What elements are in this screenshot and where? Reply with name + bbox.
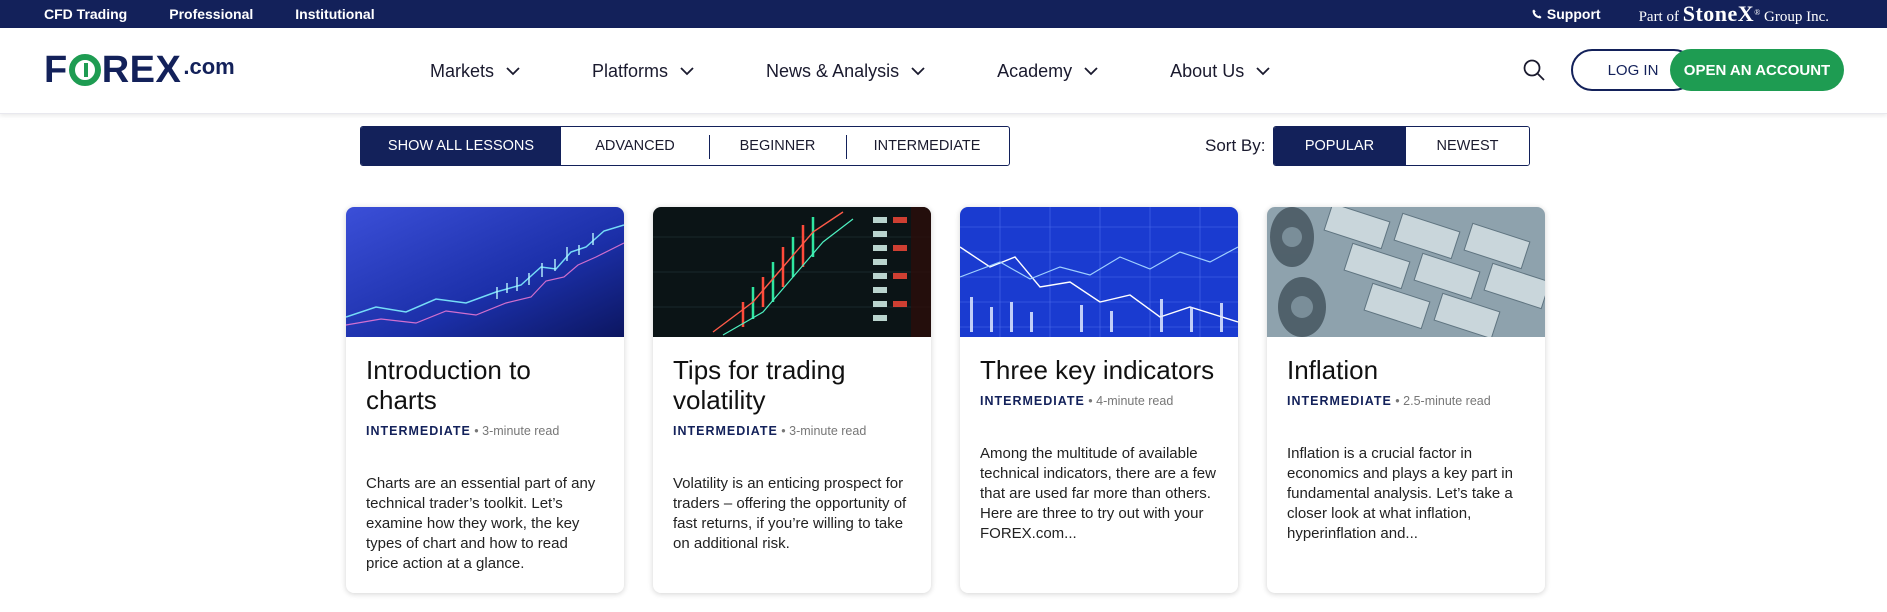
nav-news-analysis[interactable]: News & Analysis	[766, 61, 925, 82]
chevron-down-icon	[1256, 66, 1270, 75]
card-meta: INTERMEDIATE • 3-minute read	[673, 424, 867, 438]
nav-about-us-label: About Us	[1170, 60, 1245, 81]
nav-platforms[interactable]: Platforms	[592, 61, 694, 82]
lesson-card-grid: Introduction to charts INTERMEDIATE • 3-…	[346, 207, 1545, 593]
nav-markets-label: Markets	[430, 60, 495, 81]
support-label: Support	[1546, 6, 1601, 22]
card-description: Among the multitude of available technic…	[980, 445, 1216, 542]
chevron-down-icon	[911, 66, 925, 75]
search-icon[interactable]	[1522, 58, 1546, 82]
logo-rest: REX	[101, 48, 182, 91]
segment-links: CFD Trading Professional Institutional	[44, 0, 375, 28]
card-title: Three key indicators	[980, 355, 1215, 385]
nav-about-us[interactable]: About Us	[1170, 61, 1270, 82]
card-body: Three key indicators INTERMEDIATE • 4-mi…	[960, 337, 1238, 544]
top-utility-bar: CFD Trading Professional Institutional S…	[0, 0, 1887, 28]
card-title: Introduction to charts	[366, 355, 531, 415]
card-meta: INTERMEDIATE • 4-minute read	[980, 394, 1174, 408]
card-meta: INTERMEDIATE • 2.5-minute read	[1287, 394, 1491, 408]
support-link[interactable]: Support	[1532, 6, 1601, 22]
nav-news-analysis-label: News & Analysis	[766, 60, 900, 81]
card-level: INTERMEDIATE	[1287, 394, 1392, 408]
card-level: INTERMEDIATE	[673, 424, 778, 438]
chart-lines-image	[346, 207, 624, 337]
lesson-card[interactable]: Inflation INTERMEDIATE • 2.5-minute read…	[1267, 207, 1545, 593]
card-level: INTERMEDIATE	[980, 394, 1085, 408]
primary-menu: Markets Platforms News & Analysis Academ…	[430, 28, 1342, 114]
logo-wordmark: F REX	[44, 49, 181, 92]
card-body: Tips for trading volatility INTERMEDIATE…	[653, 337, 931, 554]
partof-suffix: Group Inc.	[1764, 9, 1829, 25]
banknotes-image	[1267, 207, 1545, 337]
stonex-tm: ®	[1754, 8, 1761, 17]
card-read-time: 2.5-minute read	[1403, 394, 1491, 408]
forex-logo[interactable]: F REX .com	[44, 48, 235, 92]
card-read-time: 3-minute read	[482, 424, 560, 438]
nav-academy[interactable]: Academy	[997, 61, 1098, 82]
card-description: Charts are an essential part of any tech…	[366, 475, 596, 572]
logo-f: F	[44, 48, 68, 91]
nav-academy-label: Academy	[997, 60, 1073, 81]
card-level: INTERMEDIATE	[366, 424, 471, 438]
chevron-down-icon	[680, 66, 694, 75]
stonex-group-logo: Part of StoneX® Group Inc.	[1639, 1, 1829, 27]
sort-newest[interactable]: NEWEST	[1405, 127, 1529, 165]
indicator-chart-image	[960, 207, 1238, 337]
card-read-time: 4-minute read	[1096, 394, 1174, 408]
card-read-time: 3-minute read	[789, 424, 867, 438]
nav-platforms-label: Platforms	[592, 60, 669, 81]
sort-by-label: Sort By:	[1205, 136, 1266, 155]
main-navbar: F REX .com Markets Platforms News & Anal…	[0, 28, 1887, 114]
card-title: Inflation	[1287, 355, 1379, 385]
card-title: Tips for trading volatility	[673, 355, 846, 415]
professional-link[interactable]: Professional	[169, 6, 253, 22]
card-body: Inflation INTERMEDIATE • 2.5-minute read…	[1267, 337, 1545, 544]
power-o-icon	[68, 54, 101, 86]
card-body: Introduction to charts INTERMEDIATE • 3-…	[346, 337, 624, 574]
utility-right: Support Part of StoneX® Group Inc.	[1532, 0, 1829, 28]
sort-popular[interactable]: POPULAR	[1274, 127, 1405, 165]
chevron-down-icon	[506, 66, 520, 75]
filter-show-all[interactable]: SHOW ALL LESSONS	[361, 127, 561, 165]
filter-advanced[interactable]: ADVANCED	[561, 127, 709, 165]
nav-markets[interactable]: Markets	[430, 61, 520, 82]
lesson-card[interactable]: Tips for trading volatility INTERMEDIATE…	[653, 207, 931, 593]
institutional-link[interactable]: Institutional	[295, 6, 374, 22]
chevron-down-icon	[1084, 66, 1098, 75]
candlestick-chart-image	[653, 207, 931, 337]
phone-icon	[1532, 9, 1542, 19]
card-meta: INTERMEDIATE • 3-minute read	[366, 424, 560, 438]
sort-toggle: POPULAR NEWEST	[1273, 126, 1530, 166]
stonex-brand: StoneX	[1682, 1, 1755, 26]
lesson-card[interactable]: Three key indicators INTERMEDIATE • 4-mi…	[960, 207, 1238, 593]
partof-prefix: Part of	[1638, 9, 1679, 25]
cfd-trading-link[interactable]: CFD Trading	[44, 6, 127, 22]
open-account-button[interactable]: OPEN AN ACCOUNT	[1670, 49, 1844, 91]
filter-beginner[interactable]: BEGINNER	[709, 127, 846, 165]
filter-intermediate[interactable]: INTERMEDIATE	[846, 127, 1008, 165]
card-description: Volatility is an enticing prospect for t…	[673, 475, 907, 552]
lesson-level-filter: SHOW ALL LESSONS ADVANCED BEGINNER INTER…	[360, 126, 1010, 166]
lesson-card[interactable]: Introduction to charts INTERMEDIATE • 3-…	[346, 207, 624, 593]
logo-dotcom: .com	[183, 54, 235, 79]
card-description: Inflation is a crucial factor in economi…	[1287, 445, 1513, 542]
